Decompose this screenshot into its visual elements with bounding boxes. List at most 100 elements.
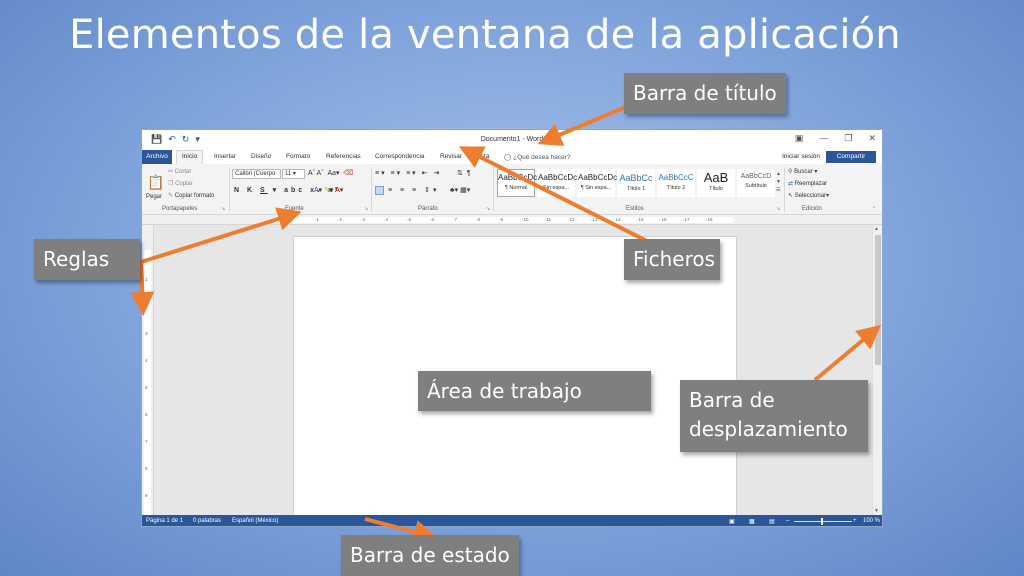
web-layout-icon[interactable]: ▤ — [769, 518, 775, 525]
tab-revisar[interactable]: Revisar — [440, 153, 462, 160]
font-color-icons[interactable]: A▾ ✎▾ A▾ — [314, 186, 343, 194]
restore-icon[interactable]: ❐ — [844, 133, 852, 144]
estilos-launcher-icon[interactable]: ↘ — [776, 206, 780, 212]
ruler-tick: ·8 — [476, 217, 481, 222]
share-button[interactable]: Compartir — [826, 151, 876, 163]
tab-archivo[interactable]: Archivo — [142, 150, 172, 164]
font-size-select[interactable]: 11 ▾ — [282, 169, 305, 179]
collapse-ribbon-icon[interactable]: ⌃ — [872, 206, 876, 212]
lightbulb-icon: ◯ — [504, 154, 512, 161]
ruler-tick: 4 — [145, 358, 148, 363]
style-normal[interactable]: AaBbCcDc ¶ Normal — [497, 169, 537, 197]
close-icon[interactable]: ✕ — [868, 133, 876, 144]
style-sin-espaciado-2[interactable]: AaBbCcDc ¶ Sin espa... — [577, 169, 617, 197]
tell-me-search[interactable]: ◯ ¿Qué desea hacer? — [504, 153, 571, 161]
fuente-launcher-icon[interactable]: ↘ — [364, 206, 368, 212]
zoom-slider-thumb[interactable] — [821, 518, 823, 525]
find-button[interactable]: ⚲ Buscar ▾ — [788, 168, 817, 175]
tab-inicio[interactable]: Inicio — [176, 150, 204, 164]
borders-icon[interactable]: ▦ — [460, 187, 467, 194]
style-name: Título 1 — [626, 186, 646, 192]
status-words[interactable]: 0 palabras — [193, 518, 221, 524]
ribbon-display-options-icon[interactable]: ▣ — [795, 133, 804, 144]
cursor-icon: ↖ — [788, 193, 794, 199]
ruler-tick: ·10 — [522, 217, 529, 222]
ruler-tick: 9 — [145, 493, 148, 498]
paste-icon[interactable]: 📋 — [147, 174, 164, 191]
align-icons[interactable]: ≡ ≡ ≡ ⇕▾ — [388, 186, 439, 194]
status-page[interactable]: Página 1 de 1 — [146, 518, 183, 524]
zoom-slider[interactable] — [794, 521, 852, 522]
tab-diseno[interactable]: Diseño — [251, 153, 271, 160]
cut-button[interactable]: ✂ Cortar — [168, 168, 191, 175]
ruler-tick: ·9 — [499, 217, 504, 222]
style-name: Título 2 — [666, 185, 686, 191]
style-sin-espaciado[interactable]: AaBbCcDc Sin espa... — [537, 169, 577, 197]
ruler-tick: ·13 — [591, 217, 598, 222]
shading-borders-icons[interactable]: ♣▾ ▦▾ — [450, 186, 470, 194]
zoom-in-icon[interactable]: + — [853, 518, 857, 524]
status-language[interactable]: Español (México) — [232, 518, 278, 524]
style-titulo-2[interactable]: AaBbCcC Título 2 — [657, 169, 695, 197]
ruler-tick: 6 — [145, 412, 148, 417]
highlight-icon[interactable]: ✎ — [324, 187, 330, 194]
align-left-icon[interactable] — [375, 186, 384, 195]
style-subtitulo[interactable]: AaBbCcD Subtítulo — [737, 169, 775, 197]
vertical-ruler[interactable]: 1 2 3 4 5 6 7 8 9 — [142, 225, 154, 515]
style-titulo[interactable]: AaB Título — [697, 169, 735, 197]
tab-referencias[interactable]: Referencias — [326, 153, 361, 160]
signin-link[interactable]: Iniciar sesión — [782, 153, 820, 160]
ruler-tick: ·14 — [614, 217, 621, 222]
zoom-level[interactable]: 100 % — [863, 518, 880, 524]
divider — [784, 167, 785, 212]
copy-button[interactable]: ❐ Copiar — [168, 180, 193, 187]
work-area — [154, 225, 874, 526]
portapapeles-launcher-icon[interactable]: ↘ — [221, 206, 225, 212]
group-edicion: Edición — [802, 206, 822, 212]
read-mode-icon[interactable]: ▣ — [729, 518, 735, 525]
clear-format-icon[interactable]: ⌫ — [343, 170, 353, 177]
callout-area-trabajo: Área de trabajo — [418, 371, 651, 411]
format-painter-label: Copiar formato — [174, 193, 215, 199]
scroll-up-icon[interactable]: ▲ — [874, 226, 879, 232]
tab-insertar[interactable]: Insertar — [214, 153, 236, 160]
share-label: Compartir — [836, 153, 866, 160]
replace-button[interactable]: ⇄ Reemplazar — [788, 180, 827, 187]
ruler-tick: ·6 — [430, 217, 435, 222]
list-icons[interactable]: ≡▾ ≡▾ ≡▾ ⇤ ⇥ — [375, 169, 441, 177]
font-color-icon[interactable]: A — [335, 187, 340, 194]
scroll-down-icon[interactable]: ▼ — [874, 508, 879, 514]
style-name: Subtítulo — [745, 183, 767, 189]
callout-barra-titulo: Barra de título — [624, 73, 786, 114]
tab-formato[interactable]: Formato — [286, 153, 310, 160]
style-titulo-1[interactable]: AaBbCc Título 1 — [617, 169, 655, 197]
ruler-tick: ·16 — [660, 217, 667, 222]
replace-label: Reemplazar — [794, 181, 828, 187]
font-grow-shrink-icons[interactable]: Aˆ Aˇ Aa▾ ⌫ — [308, 169, 353, 177]
zoom-out-icon[interactable]: – — [786, 518, 789, 524]
scroll-thumb[interactable] — [875, 235, 881, 365]
print-layout-icon[interactable]: ▦ — [749, 518, 755, 525]
ruler-tick: ·18 — [706, 217, 713, 222]
tab-correspondencia[interactable]: Correspondencia — [375, 153, 425, 160]
divider — [229, 167, 230, 212]
horizontal-ruler[interactable]: ·1 ·2 ·3 ·4 ·5 ·6 ·7 ·8 ·9 ·10 ·11 ·12 ·13 ·14 ·15 ·16 ·… — [142, 215, 882, 225]
styles-scroll-icons[interactable]: ▲ ▼ ☰ — [776, 170, 781, 194]
sort-pilcrow-icons[interactable]: ⇅ ¶ — [457, 169, 471, 177]
minimize-icon[interactable]: — — [819, 133, 828, 144]
format-painter-button[interactable]: ✎ Copiar formato — [168, 192, 214, 199]
shading-icon[interactable]: ♣ — [450, 187, 455, 194]
style-name: Título — [709, 186, 723, 192]
group-estilos: Estilos — [626, 206, 644, 212]
text-effects-icon[interactable]: A — [314, 187, 319, 194]
tell-me-label: ¿Qué desea hacer? — [513, 154, 571, 161]
style-sample: AaBbCc — [619, 173, 653, 183]
vertical-scrollbar[interactable]: ▲ ▼ — [872, 225, 882, 515]
parrafo-launcher-icon[interactable]: ↘ — [486, 206, 490, 212]
divider — [371, 167, 372, 212]
font-name-select[interactable]: Calibri (Cuerpo — [232, 169, 281, 179]
tab-vista[interactable]: Vista — [475, 153, 489, 160]
paste-button[interactable]: Pegar — [146, 194, 162, 200]
ruler-tick: ·4 — [384, 217, 389, 222]
select-button[interactable]: ↖ Seleccionar▾ — [788, 192, 829, 199]
